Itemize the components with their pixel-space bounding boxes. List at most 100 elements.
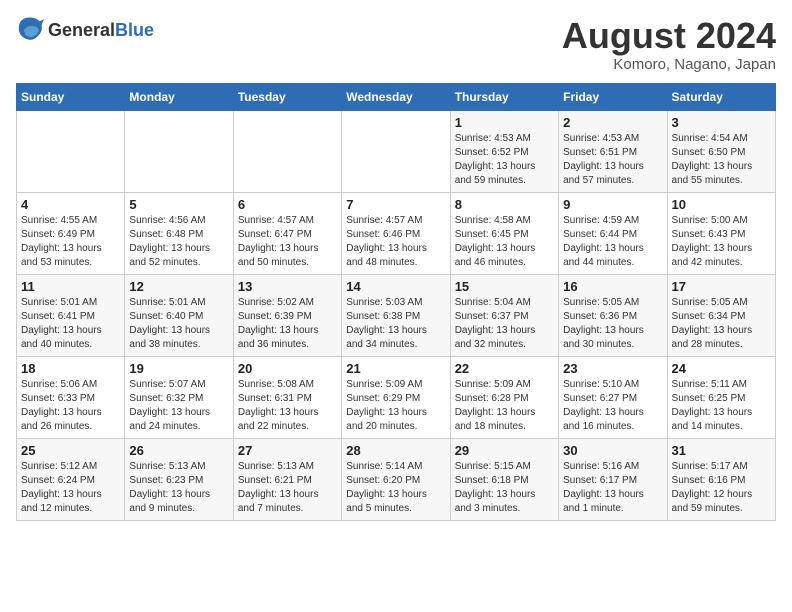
cell-day-number: 2 [563,115,662,130]
logo-general-text: General [48,20,115,40]
cell-detail: Sunrise: 5:12 AM Sunset: 6:24 PM Dayligh… [21,460,120,516]
cell-detail: Sunrise: 5:03 AM Sunset: 6:38 PM Dayligh… [346,296,445,352]
cell-day-number: 21 [346,361,445,376]
cell-day-number: 12 [129,279,228,294]
cell-detail: Sunrise: 4:58 AM Sunset: 6:45 PM Dayligh… [455,214,554,270]
calendar-cell: 15Sunrise: 5:04 AM Sunset: 6:37 PM Dayli… [450,274,558,356]
calendar-cell: 8Sunrise: 4:58 AM Sunset: 6:45 PM Daylig… [450,192,558,274]
cell-detail: Sunrise: 5:01 AM Sunset: 6:41 PM Dayligh… [21,296,120,352]
cell-day-number: 25 [21,443,120,458]
cell-day-number: 23 [563,361,662,376]
day-header-monday: Monday [125,83,233,110]
cell-detail: Sunrise: 5:05 AM Sunset: 6:36 PM Dayligh… [563,296,662,352]
calendar-cell: 1 Sunrise: 4:53 AM Sunset: 6:52 PM Daylig… [450,110,558,192]
logo: GeneralBlue [16,16,154,44]
cell-detail: Sunrise: 5:06 AM Sunset: 6:33 PM Dayligh… [21,378,120,434]
cell-detail: Sunrise: 4:56 AM Sunset: 6:48 PM Dayligh… [129,214,228,270]
calendar-cell: 22 Sunrise: 5:09 AM Sunset: 6:28 PM Dayli… [450,356,558,438]
week-row-5: 25 Sunrise: 5:12 AM Sunset: 6:24 PM Dayli… [17,438,776,520]
cell-day-number: 29 [455,443,554,458]
main-title: August 2024 [562,16,776,56]
calendar-table: SundayMondayTuesdayWednesdayThursdayFrid… [16,83,776,521]
logo-blue-text: Blue [115,20,154,40]
cell-detail: Sunrise: 5:10 AM Sunset: 6:27 PM Dayligh… [563,378,662,434]
day-header-sunday: Sunday [17,83,125,110]
calendar-cell: 25 Sunrise: 5:12 AM Sunset: 6:24 PM Dayli… [17,438,125,520]
calendar-cell: 28 Sunrise: 5:14 AM Sunset: 6:20 PM Dayli… [342,438,450,520]
cell-day-number: 11 [21,279,120,294]
calendar-cell: 13Sunrise: 5:02 AM Sunset: 6:39 PM Dayli… [233,274,341,356]
logo-icon [16,16,44,44]
cell-day-number: 5 [129,197,228,212]
cell-detail: Sunrise: 5:00 AM Sunset: 6:43 PM Dayligh… [672,214,771,270]
cell-detail: Sunrise: 5:17 AM Sunset: 6:16 PM Dayligh… [672,460,771,516]
day-header-thursday: Thursday [450,83,558,110]
day-header-friday: Friday [559,83,667,110]
cell-day-number: 30 [563,443,662,458]
cell-detail: Sunrise: 5:09 AM Sunset: 6:28 PM Dayligh… [455,378,554,434]
cell-day-number: 28 [346,443,445,458]
calendar-cell: 18 Sunrise: 5:06 AM Sunset: 6:33 PM Dayli… [17,356,125,438]
cell-day-number: 19 [129,361,228,376]
calendar-cell [125,110,233,192]
calendar-cell: 4Sunrise: 4:55 AM Sunset: 6:49 PM Daylig… [17,192,125,274]
week-row-4: 18 Sunrise: 5:06 AM Sunset: 6:33 PM Dayli… [17,356,776,438]
cell-detail: Sunrise: 4:57 AM Sunset: 6:46 PM Dayligh… [346,214,445,270]
calendar-cell: 30Sunrise: 5:16 AM Sunset: 6:17 PM Dayli… [559,438,667,520]
calendar-cell: 27 Sunrise: 5:13 AM Sunset: 6:21 PM Dayli… [233,438,341,520]
calendar-cell: 23 Sunrise: 5:10 AM Sunset: 6:27 PM Dayli… [559,356,667,438]
cell-detail: Sunrise: 5:13 AM Sunset: 6:23 PM Dayligh… [129,460,228,516]
day-header-tuesday: Tuesday [233,83,341,110]
calendar-cell: 7 Sunrise: 4:57 AM Sunset: 6:46 PM Daylig… [342,192,450,274]
calendar-cell: 11 Sunrise: 5:01 AM Sunset: 6:41 PM Dayli… [17,274,125,356]
calendar-cell: 5 Sunrise: 4:56 AM Sunset: 6:48 PM Daylig… [125,192,233,274]
cell-day-number: 1 [455,115,554,130]
cell-detail: Sunrise: 5:01 AM Sunset: 6:40 PM Dayligh… [129,296,228,352]
cell-day-number: 14 [346,279,445,294]
calendar-cell: 17 Sunrise: 5:05 AM Sunset: 6:34 PM Dayli… [667,274,775,356]
cell-detail: Sunrise: 5:09 AM Sunset: 6:29 PM Dayligh… [346,378,445,434]
calendar-cell: 31Sunrise: 5:17 AM Sunset: 6:16 PM Dayli… [667,438,775,520]
cell-day-number: 16 [563,279,662,294]
cell-day-number: 17 [672,279,771,294]
calendar-cell: 26Sunrise: 5:13 AM Sunset: 6:23 PM Dayli… [125,438,233,520]
calendar-cell: 20 Sunrise: 5:08 AM Sunset: 6:31 PM Dayli… [233,356,341,438]
calendar-cell: 2Sunrise: 4:53 AM Sunset: 6:51 PM Daylig… [559,110,667,192]
cell-detail: Sunrise: 5:14 AM Sunset: 6:20 PM Dayligh… [346,460,445,516]
title-block: August 2024 Komoro, Nagano, Japan [562,16,776,73]
cell-day-number: 22 [455,361,554,376]
cell-day-number: 20 [238,361,337,376]
calendar-cell: 9Sunrise: 4:59 AM Sunset: 6:44 PM Daylig… [559,192,667,274]
cell-detail: Sunrise: 5:08 AM Sunset: 6:31 PM Dayligh… [238,378,337,434]
cell-day-number: 24 [672,361,771,376]
cell-day-number: 18 [21,361,120,376]
cell-day-number: 10 [672,197,771,212]
cell-day-number: 15 [455,279,554,294]
calendar-cell [233,110,341,192]
calendar-cell: 29 Sunrise: 5:15 AM Sunset: 6:18 PM Dayli… [450,438,558,520]
page-header: GeneralBlue August 2024 Komoro, Nagano, … [16,16,776,73]
cell-detail: Sunrise: 4:53 AM Sunset: 6:52 PM Dayligh… [455,132,554,188]
week-row-1: 1 Sunrise: 4:53 AM Sunset: 6:52 PM Daylig… [17,110,776,192]
cell-day-number: 7 [346,197,445,212]
cell-day-number: 27 [238,443,337,458]
cell-detail: Sunrise: 5:05 AM Sunset: 6:34 PM Dayligh… [672,296,771,352]
location-subtitle: Komoro, Nagano, Japan [562,56,776,73]
cell-detail: Sunrise: 5:15 AM Sunset: 6:18 PM Dayligh… [455,460,554,516]
calendar-cell [17,110,125,192]
cell-detail: Sunrise: 4:57 AM Sunset: 6:47 PM Dayligh… [238,214,337,270]
calendar-cell: 10 Sunrise: 5:00 AM Sunset: 6:43 PM Dayli… [667,192,775,274]
calendar-cell: 16 Sunrise: 5:05 AM Sunset: 6:36 PM Dayli… [559,274,667,356]
cell-detail: Sunrise: 5:07 AM Sunset: 6:32 PM Dayligh… [129,378,228,434]
cell-detail: Sunrise: 4:54 AM Sunset: 6:50 PM Dayligh… [672,132,771,188]
cell-day-number: 3 [672,115,771,130]
calendar-header-row: SundayMondayTuesdayWednesdayThursdayFrid… [17,83,776,110]
cell-detail: Sunrise: 5:02 AM Sunset: 6:39 PM Dayligh… [238,296,337,352]
cell-detail: Sunrise: 5:11 AM Sunset: 6:25 PM Dayligh… [672,378,771,434]
calendar-cell [342,110,450,192]
day-header-saturday: Saturday [667,83,775,110]
cell-detail: Sunrise: 5:13 AM Sunset: 6:21 PM Dayligh… [238,460,337,516]
calendar-cell: 19 Sunrise: 5:07 AM Sunset: 6:32 PM Dayli… [125,356,233,438]
week-row-3: 11 Sunrise: 5:01 AM Sunset: 6:41 PM Dayli… [17,274,776,356]
cell-detail: Sunrise: 4:55 AM Sunset: 6:49 PM Dayligh… [21,214,120,270]
